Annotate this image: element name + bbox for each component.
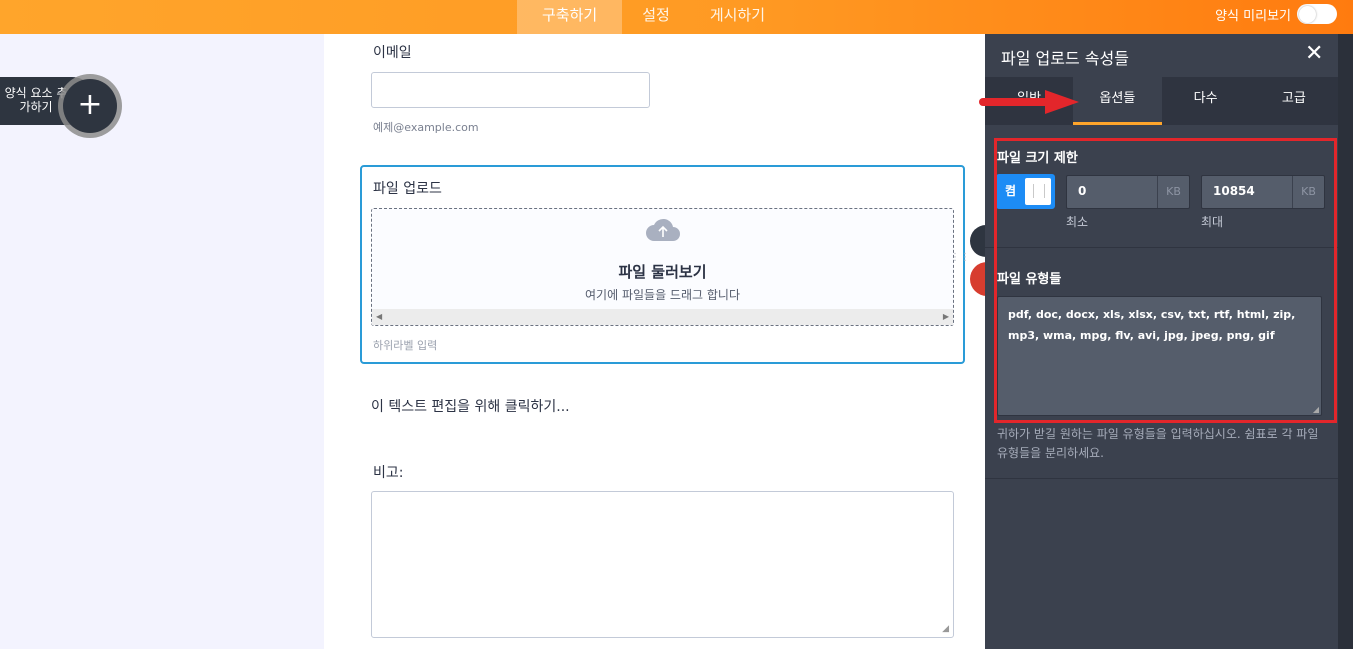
plus-icon[interactable]: + (63, 79, 117, 133)
email-label: 이메일 (373, 45, 412, 61)
email-sublabel: 예제@example.com (373, 121, 479, 134)
file-dropzone[interactable]: 파일 둘러보기 여기에 파일들을 드래그 합니다 ◀ ▶ (371, 208, 954, 326)
tab-publish[interactable]: 게시하기 (690, 0, 785, 34)
preview-label: 양식 미리보기 (1215, 8, 1291, 24)
properties-panel: 파일 업로드 속성들 ✕ 일반 옵션들 다수 고급 파일 크기 제한 켬 0 K… (979, 34, 1353, 649)
text-block[interactable]: 이 텍스트 편집을 위해 클릭하기... (371, 396, 570, 416)
scroll-left-icon[interactable]: ◀ (376, 312, 382, 321)
file-types-help: 귀하가 받길 원하는 파일 유형들을 입력하십시오. 쉼표로 각 파일 유형들을… (997, 427, 1319, 460)
panel-header: 파일 업로드 속성들 ✕ (985, 34, 1338, 77)
cloud-upload-icon (646, 218, 680, 241)
top-bar: 구축하기 설정 게시하기 양식 미리보기 (0, 0, 1353, 34)
browse-files-title[interactable]: 파일 둘러보기 (372, 261, 953, 282)
form-canvas: 이메일 예제@example.com 파일 업로드 파일 둘러보기 여기에 파일… (324, 34, 1000, 649)
tab-advanced[interactable]: 고급 (1250, 77, 1338, 125)
panel-scrollbar[interactable] (1338, 34, 1353, 649)
dropzone-scrollbar[interactable]: ◀ ▶ (372, 309, 953, 325)
toggle-knob (1299, 6, 1316, 23)
resize-grip-icon[interactable]: ◢ (942, 624, 949, 634)
preview-toggle[interactable] (1297, 4, 1337, 24)
left-canvas: 양식 요소 추가하기 + (0, 34, 324, 649)
notes-textarea[interactable]: ◢ (371, 491, 954, 638)
email-field[interactable] (371, 72, 650, 108)
red-arrow-icon (979, 90, 1079, 114)
upload-sublabel[interactable]: 하위라벨 입력 (373, 337, 437, 353)
close-icon[interactable]: ✕ (1305, 42, 1323, 66)
scroll-right-icon[interactable]: ▶ (943, 312, 949, 321)
tab-options[interactable]: 옵션들 (1073, 77, 1162, 125)
drag-handle-icon[interactable]: ⋮⋮ (950, 253, 970, 275)
panel-title: 파일 업로드 속성들 (1001, 49, 1129, 68)
tab-settings[interactable]: 설정 (622, 0, 690, 34)
form-preview: 양식 미리보기 (1215, 4, 1337, 24)
section-divider (985, 478, 1338, 479)
tab-multiple[interactable]: 다수 (1162, 77, 1250, 125)
main-tabs: 구축하기 설정 게시하기 (517, 0, 785, 34)
notes-label: 비고: (373, 465, 404, 481)
tab-build[interactable]: 구축하기 (517, 0, 623, 34)
drag-files-hint: 여기에 파일들을 드래그 합니다 (585, 288, 740, 302)
highlight-box (994, 138, 1337, 423)
upload-label: 파일 업로드 (373, 181, 442, 197)
